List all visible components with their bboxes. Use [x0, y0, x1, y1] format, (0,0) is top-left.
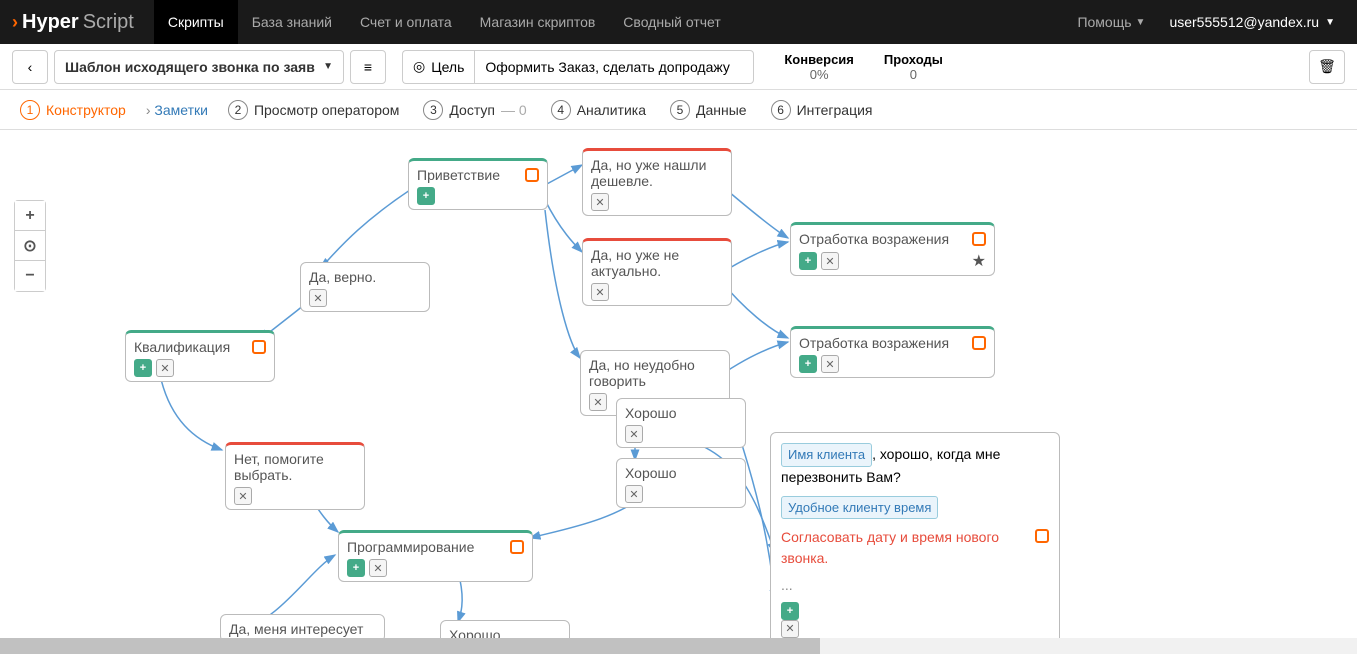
nav-report[interactable]: Сводный отчет — [609, 0, 734, 44]
tab-access[interactable]: 3Доступ— 0 — [415, 100, 534, 120]
tab-analytics[interactable]: 4Аналитика — [543, 100, 654, 120]
close-icon[interactable]: ✕ — [625, 425, 643, 443]
logo[interactable]: ›HyperScript — [12, 11, 134, 34]
marker-icon — [972, 336, 986, 350]
marker-icon — [1035, 529, 1049, 543]
nav-scripts[interactable]: Скрипты — [154, 0, 238, 44]
breadcrumb-notes[interactable]: Заметки — [154, 102, 208, 118]
nav-billing[interactable]: Счет и оплата — [346, 0, 466, 44]
close-icon[interactable]: ✕ — [156, 359, 174, 377]
zoom-in-button[interactable]: + — [15, 201, 45, 231]
close-icon[interactable]: ✕ — [821, 355, 839, 373]
horizontal-scrollbar[interactable] — [0, 638, 1357, 654]
goal-input[interactable] — [474, 50, 754, 84]
caret-down-icon: ▼ — [1136, 17, 1146, 28]
zoom-out-button[interactable]: − — [15, 261, 45, 291]
node-ok2[interactable]: Хорошо ✕ — [616, 458, 746, 508]
user-menu[interactable]: user555512@yandex.ru▼ — [1159, 14, 1345, 30]
toolbar: ‹ Шаблон исходящего звонка по заяв▼ ≡ ◎Ц… — [0, 44, 1357, 90]
nav-kb[interactable]: База знаний — [238, 0, 346, 44]
node-programming[interactable]: Программирование +✕ — [338, 530, 533, 582]
node-objection-1[interactable]: Отработка возражения +✕★ — [790, 222, 995, 276]
tab-constructor[interactable]: 1Конструктор — [12, 100, 134, 120]
trash-icon: 🗑 — [1318, 58, 1336, 75]
goal-button[interactable]: ◎Цель — [402, 50, 474, 84]
add-icon[interactable]: + — [417, 187, 435, 205]
caret-down-icon: ▼ — [1325, 17, 1335, 28]
breadcrumb: › Заметки — [146, 102, 208, 118]
tag-client-name[interactable]: Имя клиента — [781, 443, 872, 467]
close-icon[interactable]: ✕ — [309, 289, 327, 307]
node-objection-2[interactable]: Отработка возражения +✕ — [790, 326, 995, 378]
node-yes-correct[interactable]: Да, верно. ✕ — [300, 262, 430, 312]
marker-icon — [525, 168, 539, 182]
hamburger-icon: ≡ — [364, 59, 372, 75]
tag-convenient-time[interactable]: Удобное клиенту время — [781, 496, 938, 520]
chevron-right-icon: › — [12, 12, 18, 33]
stat-conversion: Конверсия0% — [784, 52, 854, 82]
detail-more: ... — [781, 575, 1049, 596]
tabs: 1Конструктор › Заметки 2Просмотр операто… — [0, 90, 1357, 130]
marker-icon — [510, 540, 524, 554]
detail-red-text: Согласовать дату и время нового звонка. — [781, 527, 1029, 569]
close-icon[interactable]: ✕ — [591, 283, 609, 301]
node-not-relevant[interactable]: Да, но уже не актуально. ✕ — [582, 238, 732, 306]
goal-group: ◎Цель — [402, 50, 754, 84]
stats: Конверсия0% Проходы0 — [784, 52, 942, 82]
close-icon[interactable]: ✕ — [589, 393, 607, 411]
target-icon: ◎ — [413, 58, 425, 75]
node-qualification[interactable]: Квалификация +✕ — [125, 330, 275, 382]
flow-canvas[interactable]: Приветствие + Да, верно. ✕ Квалификация … — [0, 130, 1357, 654]
caret-down-icon: ▼ — [323, 61, 333, 72]
node-detail-panel[interactable]: Имя клиента, хорошо, когда мне перезвони… — [770, 432, 1060, 654]
template-select[interactable]: Шаблон исходящего звонка по заяв▼ — [54, 50, 344, 84]
close-icon[interactable]: ✕ — [234, 487, 252, 505]
nav-store[interactable]: Магазин скриптов — [466, 0, 610, 44]
close-icon[interactable]: ✕ — [781, 620, 799, 638]
node-greeting[interactable]: Приветствие + — [408, 158, 548, 210]
add-icon[interactable]: + — [347, 559, 365, 577]
marker-icon — [252, 340, 266, 354]
node-found-cheaper[interactable]: Да, но уже нашли дешевле. ✕ — [582, 148, 732, 216]
zoom-controls: + ⊙ − — [14, 200, 46, 292]
tab-integration[interactable]: 6Интеграция — [763, 100, 881, 120]
star-icon[interactable]: ★ — [972, 251, 986, 271]
delete-button[interactable]: 🗑 — [1309, 50, 1345, 84]
close-icon[interactable]: ✕ — [369, 559, 387, 577]
scrollbar-thumb[interactable] — [0, 638, 820, 654]
chevron-left-icon: ‹ — [28, 59, 33, 75]
back-button[interactable]: ‹ — [12, 50, 48, 84]
close-icon[interactable]: ✕ — [591, 193, 609, 211]
node-help-choose[interactable]: Нет, помогите выбрать. ✕ — [225, 442, 365, 510]
stat-passes: Проходы0 — [884, 52, 943, 82]
add-icon[interactable]: + — [799, 355, 817, 373]
marker-icon — [972, 232, 986, 246]
add-icon[interactable]: + — [799, 252, 817, 270]
zoom-center-button[interactable]: ⊙ — [15, 231, 45, 261]
add-icon[interactable]: + — [781, 602, 799, 620]
close-icon[interactable]: ✕ — [625, 485, 643, 503]
top-nav: ›HyperScript Скрипты База знаний Счет и … — [0, 0, 1357, 44]
nav-help[interactable]: Помощь ▼ — [1063, 0, 1159, 44]
close-icon[interactable]: ✕ — [821, 252, 839, 270]
node-ok1[interactable]: Хорошо ✕ — [616, 398, 746, 448]
menu-button[interactable]: ≡ — [350, 50, 386, 84]
tab-preview[interactable]: 2Просмотр оператором — [220, 100, 407, 120]
tab-data[interactable]: 5Данные — [662, 100, 755, 120]
add-icon[interactable]: + — [134, 359, 152, 377]
